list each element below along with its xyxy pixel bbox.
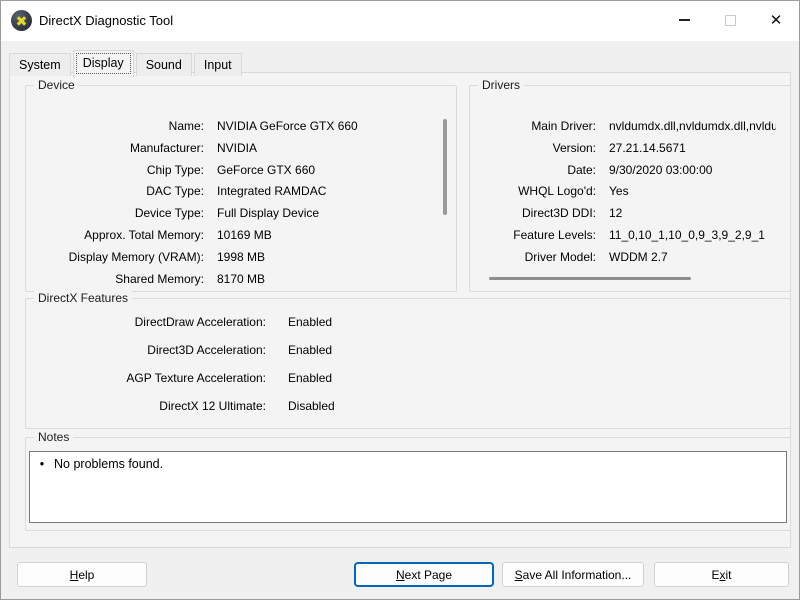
- maximize-icon: [724, 14, 736, 26]
- info-value: Integrated RAMDAC: [217, 184, 327, 199]
- drivers-info-pane: Main Driver: nvldumdx.dll,nvldumdx.dll,nv…: [476, 86, 776, 291]
- info-label: DirectDraw Acceleration:: [134, 315, 266, 329]
- info-label: Manufacturer:: [129, 140, 204, 155]
- drivers-group: Drivers Main Driver: nvldumdx.dll,nvldumd…: [469, 78, 791, 292]
- notes-group: Notes • No problems found.: [25, 430, 791, 531]
- directx-features-pane: DirectDraw Acceleration: Enabled Direct3D …: [32, 299, 776, 428]
- info-row: AGP Texture Acceleration: Enabled: [32, 371, 776, 399]
- info-label: Date:: [567, 162, 596, 177]
- info-label: DAC Type:: [146, 184, 204, 199]
- notes-group-title: Notes: [34, 430, 74, 444]
- tab-strip: System Display Sound Input: [9, 50, 244, 77]
- info-row: DirectDraw Acceleration: Enabled: [32, 315, 776, 343]
- info-value: 27.21.14.5671: [609, 140, 686, 155]
- info-value: WDDM 2.7: [609, 249, 668, 264]
- info-label: Device Type:: [134, 206, 204, 221]
- info-value: Enabled: [288, 343, 333, 357]
- device-vertical-scrollbar[interactable]: [443, 119, 447, 215]
- info-value: 9/30/2020 03:00:00: [609, 162, 713, 177]
- info-row: Driver Model: WDDM 2.7: [476, 250, 776, 272]
- dxdiag-window: ✖ DirectX Diagnostic Tool ✕ System Displa…: [0, 0, 800, 600]
- note-item: • No problems found.: [30, 452, 786, 471]
- info-value: Yes: [609, 184, 629, 199]
- minimize-button[interactable]: [661, 1, 707, 39]
- info-label: Name:: [168, 119, 204, 133]
- info-row: Direct3D Acceleration: Enabled: [32, 343, 776, 371]
- info-label: WHQL Logo'd:: [518, 184, 596, 199]
- info-row: Version: 27.21.14.5671: [476, 141, 776, 163]
- exit-button[interactable]: Ex it: [654, 562, 789, 587]
- info-value: 10169 MB: [217, 227, 272, 242]
- info-row: Manufacturer: NVIDIA: [32, 141, 442, 163]
- info-value: nvldumdx.dll,nvldumdx.dll,nvldumdx.d: [609, 119, 776, 133]
- close-button[interactable]: ✕: [753, 1, 799, 39]
- info-label: Shared Memory:: [115, 271, 204, 286]
- info-label: Version:: [552, 140, 596, 155]
- info-row: Direct3D DDI: 12: [476, 206, 776, 228]
- info-row: Device Type: Full Display Device: [32, 206, 442, 228]
- directx-icon: ✖: [11, 10, 32, 31]
- tab-system[interactable]: System: [9, 53, 71, 76]
- info-row: DirectX 12 Ultimate: Disabled: [32, 399, 776, 427]
- info-row: WHQL Logo'd: Yes: [476, 184, 776, 206]
- info-row: Date: 9/30/2020 03:00:00: [476, 163, 776, 185]
- next-page-button[interactable]: Next Page: [354, 562, 494, 587]
- info-value: 12: [609, 206, 623, 221]
- drivers-horizontal-scrollbar[interactable]: [489, 277, 691, 280]
- minimize-icon: [678, 19, 690, 21]
- device-group: Device Name: NVIDIA GeForce GTX 660 Manufa…: [25, 78, 457, 292]
- info-label: Feature Levels:: [513, 227, 596, 242]
- info-row: Approx. Total Memory: 10169 MB: [32, 228, 442, 250]
- info-value: GeForce GTX 660: [217, 162, 316, 177]
- info-value: 11_0,10_1,10_0,9_3,9_2,9_1: [609, 227, 765, 242]
- close-icon: ✕: [769, 11, 783, 29]
- info-row: Chip Type: GeForce GTX 660: [32, 163, 442, 185]
- info-value: NVIDIA GeForce GTX 660: [217, 119, 358, 133]
- info-row: Shared Memory: 8170 MB: [32, 272, 442, 291]
- info-label: Direct3D Acceleration:: [147, 343, 266, 357]
- window-title: DirectX Diagnostic Tool: [39, 13, 174, 28]
- info-row: Main Driver: nvldumdx.dll,nvldumdx.dll,nv…: [476, 119, 776, 141]
- tab-input[interactable]: Input: [193, 53, 242, 76]
- bullet-icon: •: [39, 457, 45, 471]
- info-value: Full Display Device: [217, 206, 320, 221]
- notes-textbox[interactable]: • No problems found.: [29, 451, 787, 523]
- info-value: 8170 MB: [217, 271, 266, 286]
- info-label: Direct3D DDI:: [521, 206, 596, 221]
- tab-sound[interactable]: Sound: [135, 53, 192, 76]
- info-value: 1998 MB: [217, 249, 266, 264]
- save-all-information-button[interactable]: Save All Information...: [502, 562, 644, 587]
- help-button[interactable]: Help: [17, 562, 147, 587]
- info-row: Feature Levels: 11_0,10_1,10_0,9_3,9_2,9_…: [476, 228, 776, 250]
- info-label: DirectX 12 Ultimate:: [159, 399, 266, 413]
- info-row: Name: NVIDIA GeForce GTX 660: [32, 119, 442, 141]
- device-info-pane: Name: NVIDIA GeForce GTX 660 Manufacturer:…: [32, 86, 442, 291]
- info-label: Chip Type:: [146, 162, 204, 177]
- info-value: NVIDIA: [217, 140, 258, 155]
- tab-focus-rect: [75, 53, 131, 74]
- maximize-button[interactable]: [707, 1, 753, 39]
- info-label: Display Memory (VRAM):: [68, 249, 204, 264]
- info-label: Approx. Total Memory:: [84, 227, 204, 242]
- info-label: Driver Model:: [524, 249, 596, 264]
- directx-features-group: DirectX Features DirectDraw Acceleration…: [25, 291, 791, 429]
- info-value: Enabled: [288, 371, 333, 385]
- note-text: No problems found.: [54, 457, 164, 471]
- tab-display[interactable]: Display: [72, 50, 134, 77]
- info-row: DAC Type: Integrated RAMDAC: [32, 184, 442, 206]
- info-label: Main Driver:: [531, 119, 596, 133]
- title-bar[interactable]: ✖ DirectX Diagnostic Tool ✕: [1, 1, 799, 41]
- info-row: Display Memory (VRAM): 1998 MB: [32, 250, 442, 272]
- info-label: AGP Texture Acceleration:: [126, 371, 266, 385]
- info-value: Disabled: [288, 399, 335, 413]
- info-value: Enabled: [288, 315, 333, 329]
